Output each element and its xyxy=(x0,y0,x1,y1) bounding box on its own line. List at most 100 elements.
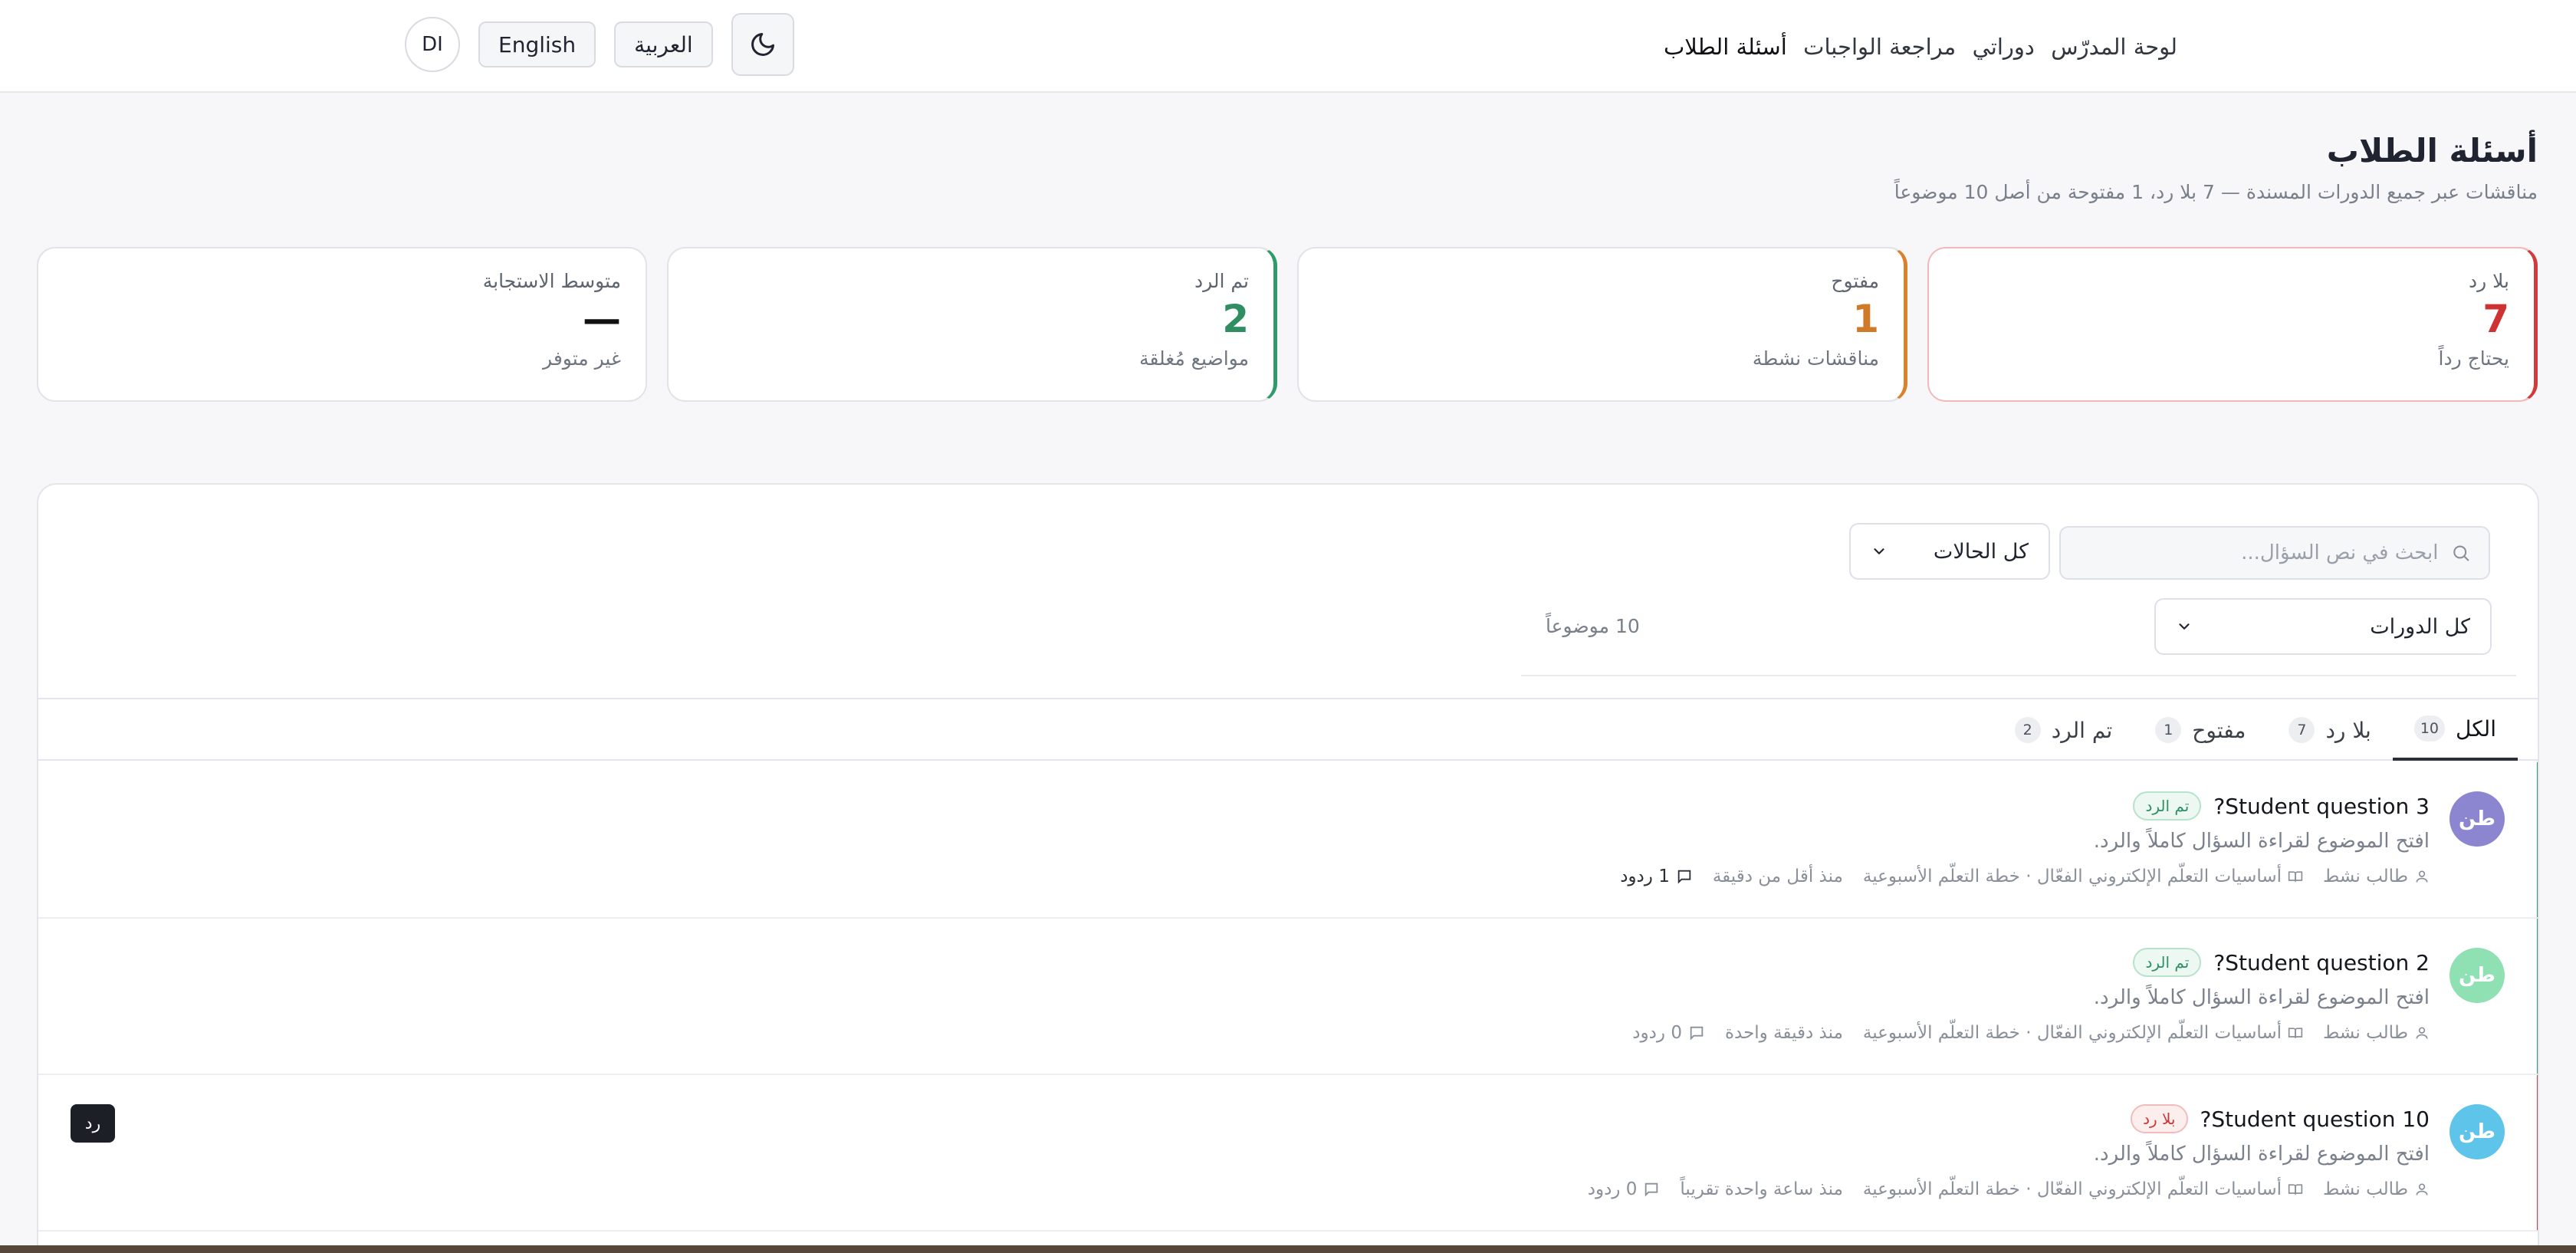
tab-open[interactable]: مفتوح 1 xyxy=(2134,699,2267,761)
tab-count: 1 xyxy=(2155,717,2182,743)
status-badge: تم الرد xyxy=(2133,791,2202,821)
user-icon xyxy=(2416,1183,2428,1195)
meta-course: أساسيات التعلّم الإلكتروني الفعّال · خطة… xyxy=(1863,867,2303,886)
book-icon xyxy=(2288,871,2303,882)
language-english-button[interactable]: English xyxy=(478,21,596,67)
comment-icon xyxy=(1690,1026,1704,1041)
book-icon xyxy=(2288,1184,2303,1195)
questions-panel: كل الحالات كل الدورات 10 موضوعاً الكل 10… xyxy=(37,483,2539,1253)
tab-label: تم الرد xyxy=(2051,717,2113,743)
search-icon xyxy=(2453,545,2469,561)
theme-toggle-button[interactable] xyxy=(731,13,794,76)
main-nav-links: لوحة المدرّس دوراتي مراجعة الواجبات أسئل… xyxy=(1664,0,2177,93)
tab-unanswered[interactable]: بلا رد 7 xyxy=(2267,699,2392,761)
stat-hint: غير متوفر xyxy=(543,347,621,370)
moon-icon xyxy=(751,33,774,56)
tab-count: 7 xyxy=(2288,717,2315,743)
page-title: أسئلة الطلاب xyxy=(2326,132,2538,169)
chevron-down-icon xyxy=(1874,548,1884,554)
status-badge: بلا رد xyxy=(2131,1104,2188,1133)
nav-link-assignment-review[interactable]: مراجعة الواجبات xyxy=(1803,34,1956,60)
meta-time: منذ ساعة واحدة تقريباً xyxy=(1680,1179,1843,1199)
meta-student-name: طالب نشط xyxy=(2323,867,2408,886)
question-meta: طالب نشط أساسيات التعلّم الإلكتروني الفع… xyxy=(1588,1179,2430,1199)
question-title[interactable]: Student question 2? xyxy=(2213,950,2430,975)
question-meta: طالب نشط أساسيات التعلّم الإلكتروني الفع… xyxy=(1632,1023,2430,1043)
question-title[interactable]: Student question 3? xyxy=(2213,794,2430,819)
course-select-value: كل الدورات xyxy=(2370,614,2470,639)
language-arabic-button[interactable]: العربية xyxy=(614,21,713,67)
status-badge: تم الرد xyxy=(2133,948,2202,977)
tab-label: الكل xyxy=(2456,715,2496,742)
meta-replies: 1 ردود xyxy=(1620,867,1693,886)
status-tabs: الكل 10 بلا رد 7 مفتوح 1 تم الرد 2 xyxy=(1993,699,2518,761)
stat-card-open: مفتوح 1 مناقشات نشطة xyxy=(1297,247,1907,402)
stat-value: 7 xyxy=(2482,297,2509,341)
window-bottom-edge xyxy=(0,1245,2576,1253)
stat-card-avg-response: متوسط الاستجابة — غير متوفر xyxy=(37,247,647,402)
stat-value: 2 xyxy=(1222,297,1249,341)
search-box xyxy=(2059,526,2490,580)
page-subtitle: مناقشات عبر جميع الدورات المسندة — 7 بلا… xyxy=(1894,181,2538,203)
reply-button[interactable]: رد xyxy=(71,1104,115,1143)
user-icon xyxy=(2416,1027,2428,1039)
question-meta: طالب نشط أساسيات التعلّم الإلكتروني الفع… xyxy=(1620,867,2430,886)
question-title-line: Student question 2? تم الرد xyxy=(2133,948,2430,977)
stat-card-unanswered: بلا رد 7 يحتاج رداً xyxy=(1927,247,2538,402)
meta-time: منذ أقل من دقيقة xyxy=(1712,867,1843,886)
meta-course: أساسيات التعلّم الإلكتروني الفعّال · خطة… xyxy=(1863,1179,2303,1199)
filter-divider xyxy=(1521,675,2516,676)
meta-student: طالب نشط xyxy=(2323,867,2430,886)
stat-label: بلا رد xyxy=(2468,270,2509,292)
stat-card-answered: تم الرد 2 مواضيع مُغلقة xyxy=(667,247,1277,402)
nav-link-student-questions[interactable]: أسئلة الطلاب xyxy=(1664,34,1787,60)
question-title-line: Student question 10? بلا رد xyxy=(2131,1104,2430,1133)
user-icon xyxy=(2416,870,2428,883)
meta-replies: 0 ردود xyxy=(1588,1179,1661,1199)
meta-replies-count: 0 ردود xyxy=(1587,1179,1638,1199)
stat-hint: مناقشات نشطة xyxy=(1752,347,1879,370)
meta-student-name: طالب نشط xyxy=(2323,1179,2408,1199)
question-preview: افتح الموضوع لقراءة السؤال كاملاً والرد. xyxy=(2093,986,2430,1009)
tab-label: بلا رد xyxy=(2325,717,2371,743)
stat-hint: مواضيع مُغلقة xyxy=(1138,347,1249,370)
question-row[interactable]: طن Student question 2? تم الرد افتح المو… xyxy=(38,919,2538,1075)
status-filter-select[interactable]: كل الحالات xyxy=(1849,523,2050,580)
question-title-line: Student question 3? تم الرد xyxy=(2133,791,2430,821)
search-input[interactable] xyxy=(2079,541,2440,565)
meta-replies: 0 ردود xyxy=(1632,1023,1705,1043)
tab-count: 10 xyxy=(2413,715,2446,742)
tab-answered[interactable]: تم الرد 2 xyxy=(1993,699,2134,761)
tab-all[interactable]: الكل 10 xyxy=(2392,699,2518,761)
meta-course-name: أساسيات التعلّم الإلكتروني الفعّال · خطة… xyxy=(1862,867,2282,886)
stat-value: — xyxy=(583,297,621,341)
topic-count: 10 موضوعاً xyxy=(1546,615,1640,637)
tab-count: 2 xyxy=(2014,717,2041,743)
status-select-value: كل الحالات xyxy=(1933,539,2029,564)
meta-student: طالب نشط xyxy=(2323,1023,2430,1043)
nav-link-my-courses[interactable]: دوراتي xyxy=(1973,34,2035,60)
stat-label: متوسط الاستجابة xyxy=(482,270,621,292)
question-row[interactable]: طن Student question 3? تم الرد افتح المو… xyxy=(38,762,2538,919)
question-preview: افتح الموضوع لقراءة السؤال كاملاً والرد. xyxy=(2093,830,2430,853)
stat-label: مفتوح xyxy=(1831,270,1879,292)
comment-icon xyxy=(1645,1182,1658,1197)
course-filter-select[interactable]: كل الدورات xyxy=(2154,598,2492,655)
user-avatar[interactable]: DI xyxy=(405,17,460,72)
comment-icon xyxy=(1677,870,1691,884)
book-icon xyxy=(2288,1028,2303,1038)
nav-link-teacher-dashboard[interactable]: لوحة المدرّس xyxy=(2051,34,2177,60)
stat-value: 1 xyxy=(1852,297,1879,341)
status-tabs-bar: الكل 10 بلا رد 7 مفتوح 1 تم الرد 2 xyxy=(38,698,2538,761)
chevron-down-icon xyxy=(2179,623,2190,630)
top-navigation-bar: DI English العربية لوحة المدرّس دوراتي م… xyxy=(0,0,2576,93)
question-title[interactable]: Student question 10? xyxy=(2200,1107,2430,1132)
student-avatar: طن xyxy=(2450,791,2505,847)
meta-course: أساسيات التعلّم الإلكتروني الفعّال · خطة… xyxy=(1863,1023,2303,1043)
nav-utility-group: DI English العربية xyxy=(405,13,794,76)
question-preview: افتح الموضوع لقراءة السؤال كاملاً والرد. xyxy=(2093,1143,2430,1166)
question-row[interactable]: طن Student question 10? بلا رد افتح المو… xyxy=(38,1075,2538,1232)
tab-label: مفتوح xyxy=(2192,717,2246,743)
meta-replies-count: 0 ردود xyxy=(1632,1023,1682,1043)
meta-student: طالب نشط xyxy=(2323,1179,2430,1199)
